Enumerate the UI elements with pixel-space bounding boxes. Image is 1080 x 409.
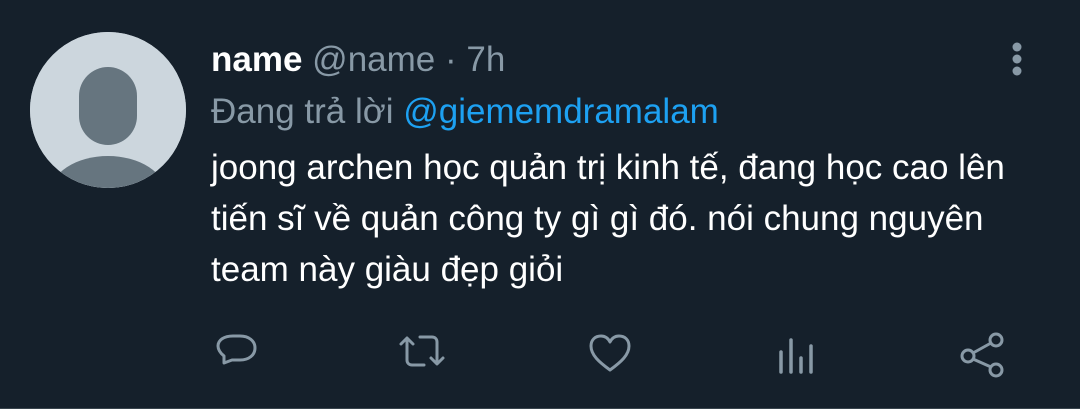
retweet-icon [399, 335, 445, 367]
tweet-time[interactable]: 7h [466, 40, 505, 79]
reply-button[interactable] [212, 330, 262, 380]
separator-dot: · [445, 40, 457, 79]
replying-to: Đang trả lời @giememdramalam [211, 90, 1011, 134]
more-vertical-icon [1012, 42, 1022, 76]
analytics-button[interactable] [772, 330, 822, 380]
share-button[interactable] [958, 330, 1008, 380]
replying-to-label: Đang trả lời [211, 92, 394, 131]
user-handle[interactable]: @name [312, 40, 435, 79]
action-bar [0, 330, 1080, 380]
retweet-button[interactable] [397, 330, 447, 380]
tweet-header: name @name · 7h [211, 38, 1011, 82]
analytics-icon [779, 338, 813, 374]
display-name[interactable]: name [211, 40, 302, 79]
reply-icon [216, 334, 257, 365]
reply-mention-link[interactable]: @giememdramalam [403, 92, 719, 131]
share-icon [960, 332, 1004, 378]
default-avatar-icon [30, 32, 186, 188]
tweet-content: name @name · 7h Đang trả lời @giememdram… [211, 38, 1011, 295]
heart-icon [589, 334, 631, 372]
tweet-text: joong archen học quản trị kinh tế, đang … [211, 148, 1005, 289]
tweet[interactable]: name @name · 7h Đang trả lời @giememdram… [0, 0, 1080, 409]
avatar[interactable] [30, 32, 186, 188]
like-button[interactable] [585, 330, 635, 380]
more-options-button[interactable] [1001, 40, 1033, 80]
